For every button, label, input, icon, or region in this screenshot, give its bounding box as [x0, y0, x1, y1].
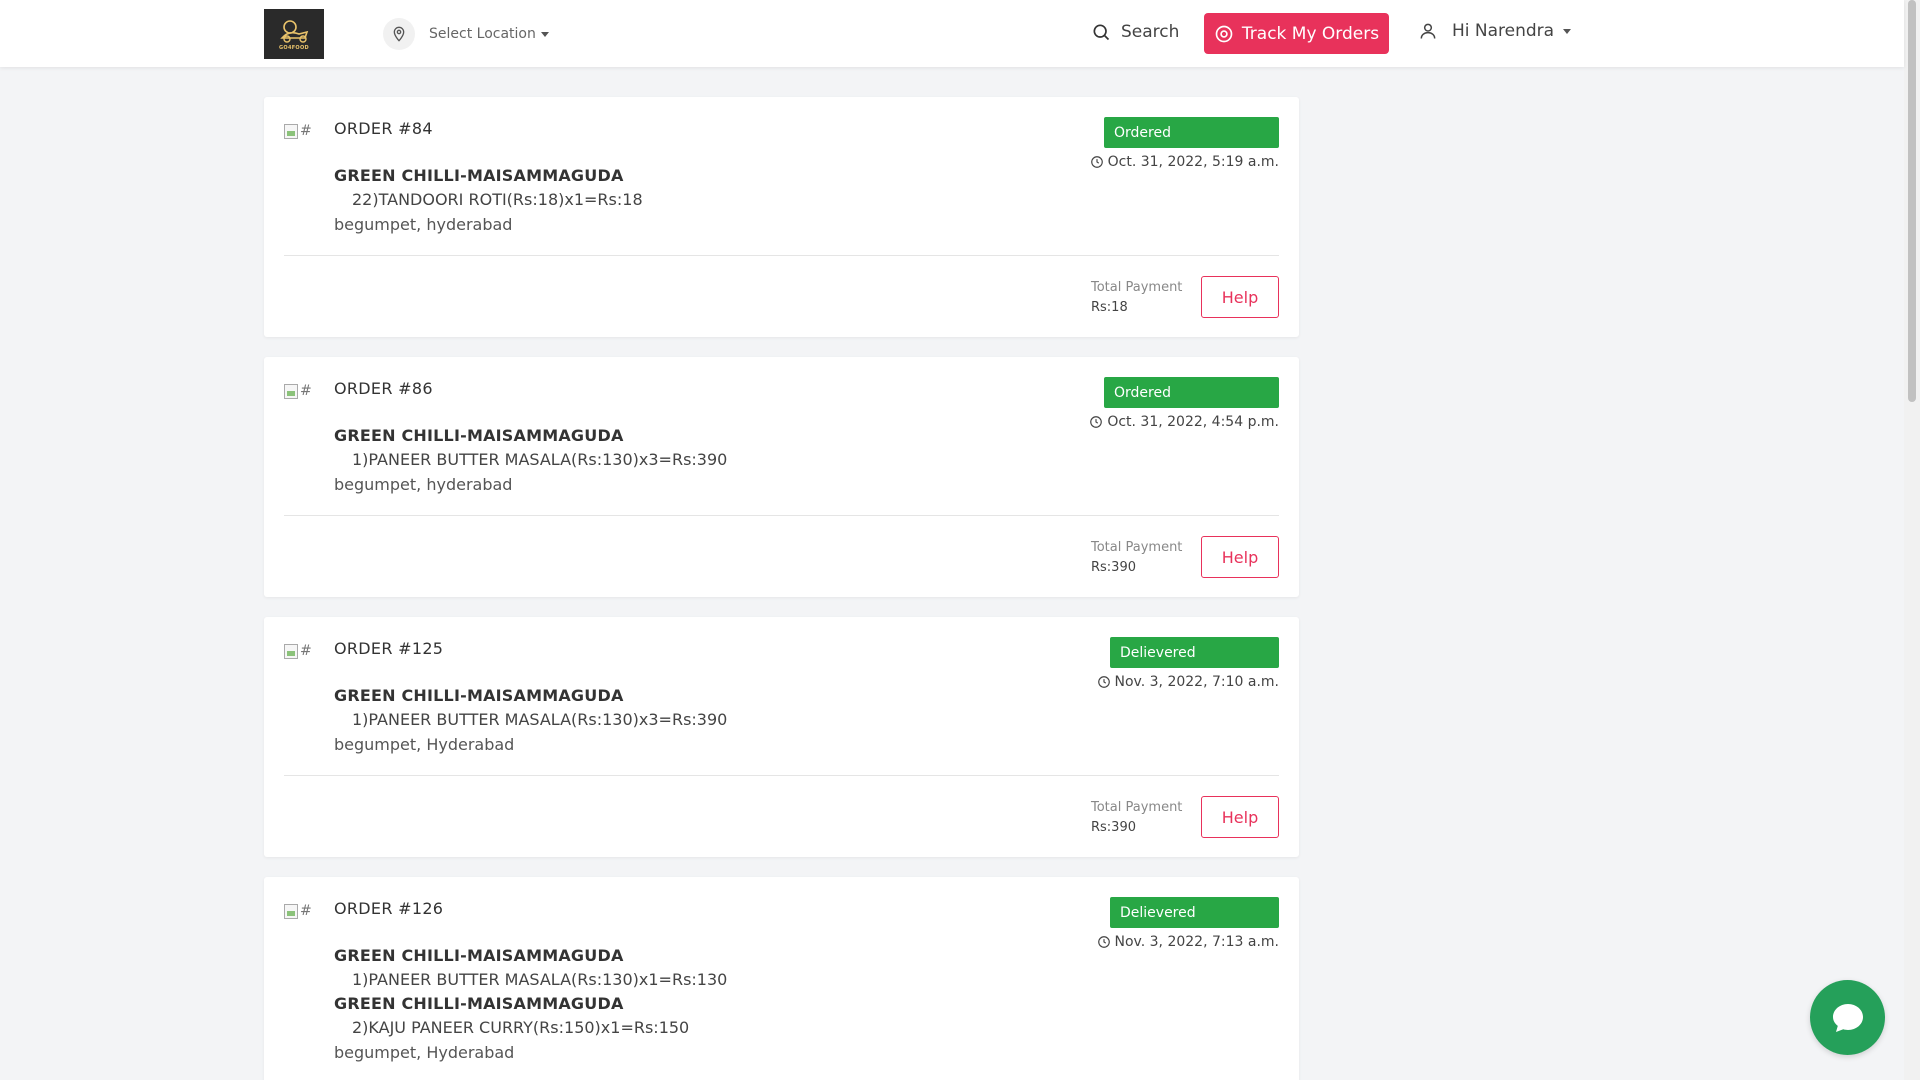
total-payment: Total Payment Rs:390: [1091, 538, 1182, 578]
order-item-line: 2)KAJU PANEER CURRY(Rs:150)x1=Rs:150: [352, 1018, 690, 1037]
divider: [284, 515, 1279, 516]
order-item-line: 1)PANEER BUTTER MASALA(Rs:130)x1=Rs:130: [352, 970, 728, 989]
total-payment: Total Payment Rs:18: [1091, 278, 1182, 318]
broken-image-icon: [284, 123, 298, 139]
order-date: Nov. 3, 2022, 7:13 a.m.: [1097, 934, 1279, 950]
search-label: Search: [1121, 22, 1180, 42]
restaurant-name: GREEN CHILLI-MAISAMMAGUDA: [334, 994, 624, 1013]
user-icon: [1420, 23, 1436, 39]
page: GO4FOOD Select Location Search Track My …: [0, 0, 1920, 1080]
chevron-down-icon: [1563, 28, 1572, 34]
help-button[interactable]: Help: [1201, 276, 1279, 318]
broken-image-icon: [284, 643, 298, 659]
order-card: # ORDER #126 GREEN CHILLI-MAISAMMAGUDA 1…: [264, 877, 1299, 1080]
clock-icon: [1090, 156, 1103, 168]
divider: [284, 775, 1279, 776]
total-payment-label: Total Payment: [1091, 280, 1183, 295]
broken-image-icon: [284, 383, 298, 399]
order-items: GREEN CHILLI-MAISAMMAGUDA 1)PANEER BUTTE…: [334, 684, 934, 758]
restaurant-name: GREEN CHILLI-MAISAMMAGUDA: [334, 946, 624, 965]
order-number: ORDER #86: [334, 379, 433, 398]
logo-text: GO4FOOD: [278, 44, 309, 51]
clock-icon: [1090, 416, 1103, 428]
logo-mark-icon: [280, 19, 309, 43]
order-items: GREEN CHILLI-MAISAMMAGUDA 1)PANEER BUTTE…: [334, 944, 934, 1066]
chat-bubble-icon: [1832, 1003, 1863, 1032]
order-image-broken: #: [284, 641, 316, 661]
scrollbar-thumb[interactable]: [1908, 0, 1916, 402]
total-payment-value: Rs:390: [1091, 820, 1136, 835]
status-badge: Ordered: [1104, 117, 1279, 148]
order-image-broken: #: [284, 121, 316, 141]
order-item-line: 22)TANDOORI ROTI(Rs:18)x1=Rs:18: [352, 190, 643, 209]
delivery-address: begumpet, hyderabad: [334, 215, 513, 234]
total-payment-value: Rs:390: [1091, 560, 1136, 575]
restaurant-name: GREEN CHILLI-MAISAMMAGUDA: [334, 426, 624, 445]
total-payment-value: Rs:18: [1091, 300, 1128, 315]
order-card: # ORDER #86 GREEN CHILLI-MAISAMMAGUDA 1)…: [264, 357, 1299, 597]
chat-button[interactable]: [1810, 980, 1885, 1055]
order-date: Oct. 31, 2022, 4:54 p.m.: [1089, 414, 1279, 430]
order-image-broken: #: [284, 381, 316, 401]
order-number: ORDER #84: [334, 119, 433, 138]
total-payment: Total Payment Rs:390: [1091, 798, 1182, 838]
help-button[interactable]: Help: [1201, 536, 1279, 578]
order-date: Oct. 31, 2022, 5:19 a.m.: [1090, 154, 1279, 170]
divider: [284, 255, 1279, 256]
track-my-orders-button[interactable]: Track My Orders: [1204, 13, 1389, 54]
help-button[interactable]: Help: [1201, 796, 1279, 838]
order-items: GREEN CHILLI-MAISAMMAGUDA 1)PANEER BUTTE…: [334, 424, 934, 498]
search-icon: [1093, 24, 1110, 41]
top-navbar: GO4FOOD Select Location Search Track My …: [0, 0, 1904, 67]
status-badge: Delievered: [1110, 637, 1279, 668]
order-card: # ORDER #84 GREEN CHILLI-MAISAMMAGUDA 22…: [264, 97, 1299, 337]
select-location-dropdown[interactable]: Select Location: [383, 18, 549, 50]
delivery-address: begumpet, Hyderabad: [334, 1043, 515, 1062]
order-item-line: 1)PANEER BUTTER MASALA(Rs:130)x3=Rs:390: [352, 710, 728, 729]
delivery-address: begumpet, hyderabad: [334, 475, 513, 494]
clock-icon: [1097, 936, 1110, 948]
broken-image-icon: [284, 903, 298, 919]
status-badge: Ordered: [1104, 377, 1279, 408]
target-icon: [1215, 25, 1233, 42]
order-items: GREEN CHILLI-MAISAMMAGUDA 22)TANDOORI RO…: [334, 164, 934, 238]
delivery-address: begumpet, Hyderabad: [334, 735, 515, 754]
restaurant-name: GREEN CHILLI-MAISAMMAGUDA: [334, 686, 624, 705]
clock-icon: [1097, 676, 1110, 688]
total-payment-label: Total Payment: [1091, 540, 1183, 555]
order-image-broken: #: [284, 901, 316, 921]
search-button[interactable]: Search: [1091, 22, 1179, 42]
order-card: # ORDER #125 GREEN CHILLI-MAISAMMAGUDA 1…: [264, 617, 1299, 857]
status-badge: Delievered: [1110, 897, 1279, 928]
restaurant-name: GREEN CHILLI-MAISAMMAGUDA: [334, 166, 624, 185]
user-menu-dropdown[interactable]: Hi Narendra: [1418, 21, 1572, 41]
user-greeting: Hi Narendra: [1452, 21, 1572, 41]
brand-logo[interactable]: GO4FOOD: [264, 9, 324, 59]
location-label: Select Location: [429, 26, 549, 42]
order-date: Nov. 3, 2022, 7:10 a.m.: [1097, 674, 1279, 690]
order-number: ORDER #125: [334, 639, 444, 658]
order-item-line: 1)PANEER BUTTER MASALA(Rs:130)x3=Rs:390: [352, 450, 728, 469]
map-pin-icon: [383, 18, 415, 50]
order-number: ORDER #126: [334, 899, 444, 918]
track-my-orders-label: Track My Orders: [1241, 23, 1380, 44]
total-payment-label: Total Payment: [1091, 800, 1183, 815]
chevron-down-icon: [540, 31, 549, 37]
page-scrollbar[interactable]: [1904, 0, 1920, 1080]
